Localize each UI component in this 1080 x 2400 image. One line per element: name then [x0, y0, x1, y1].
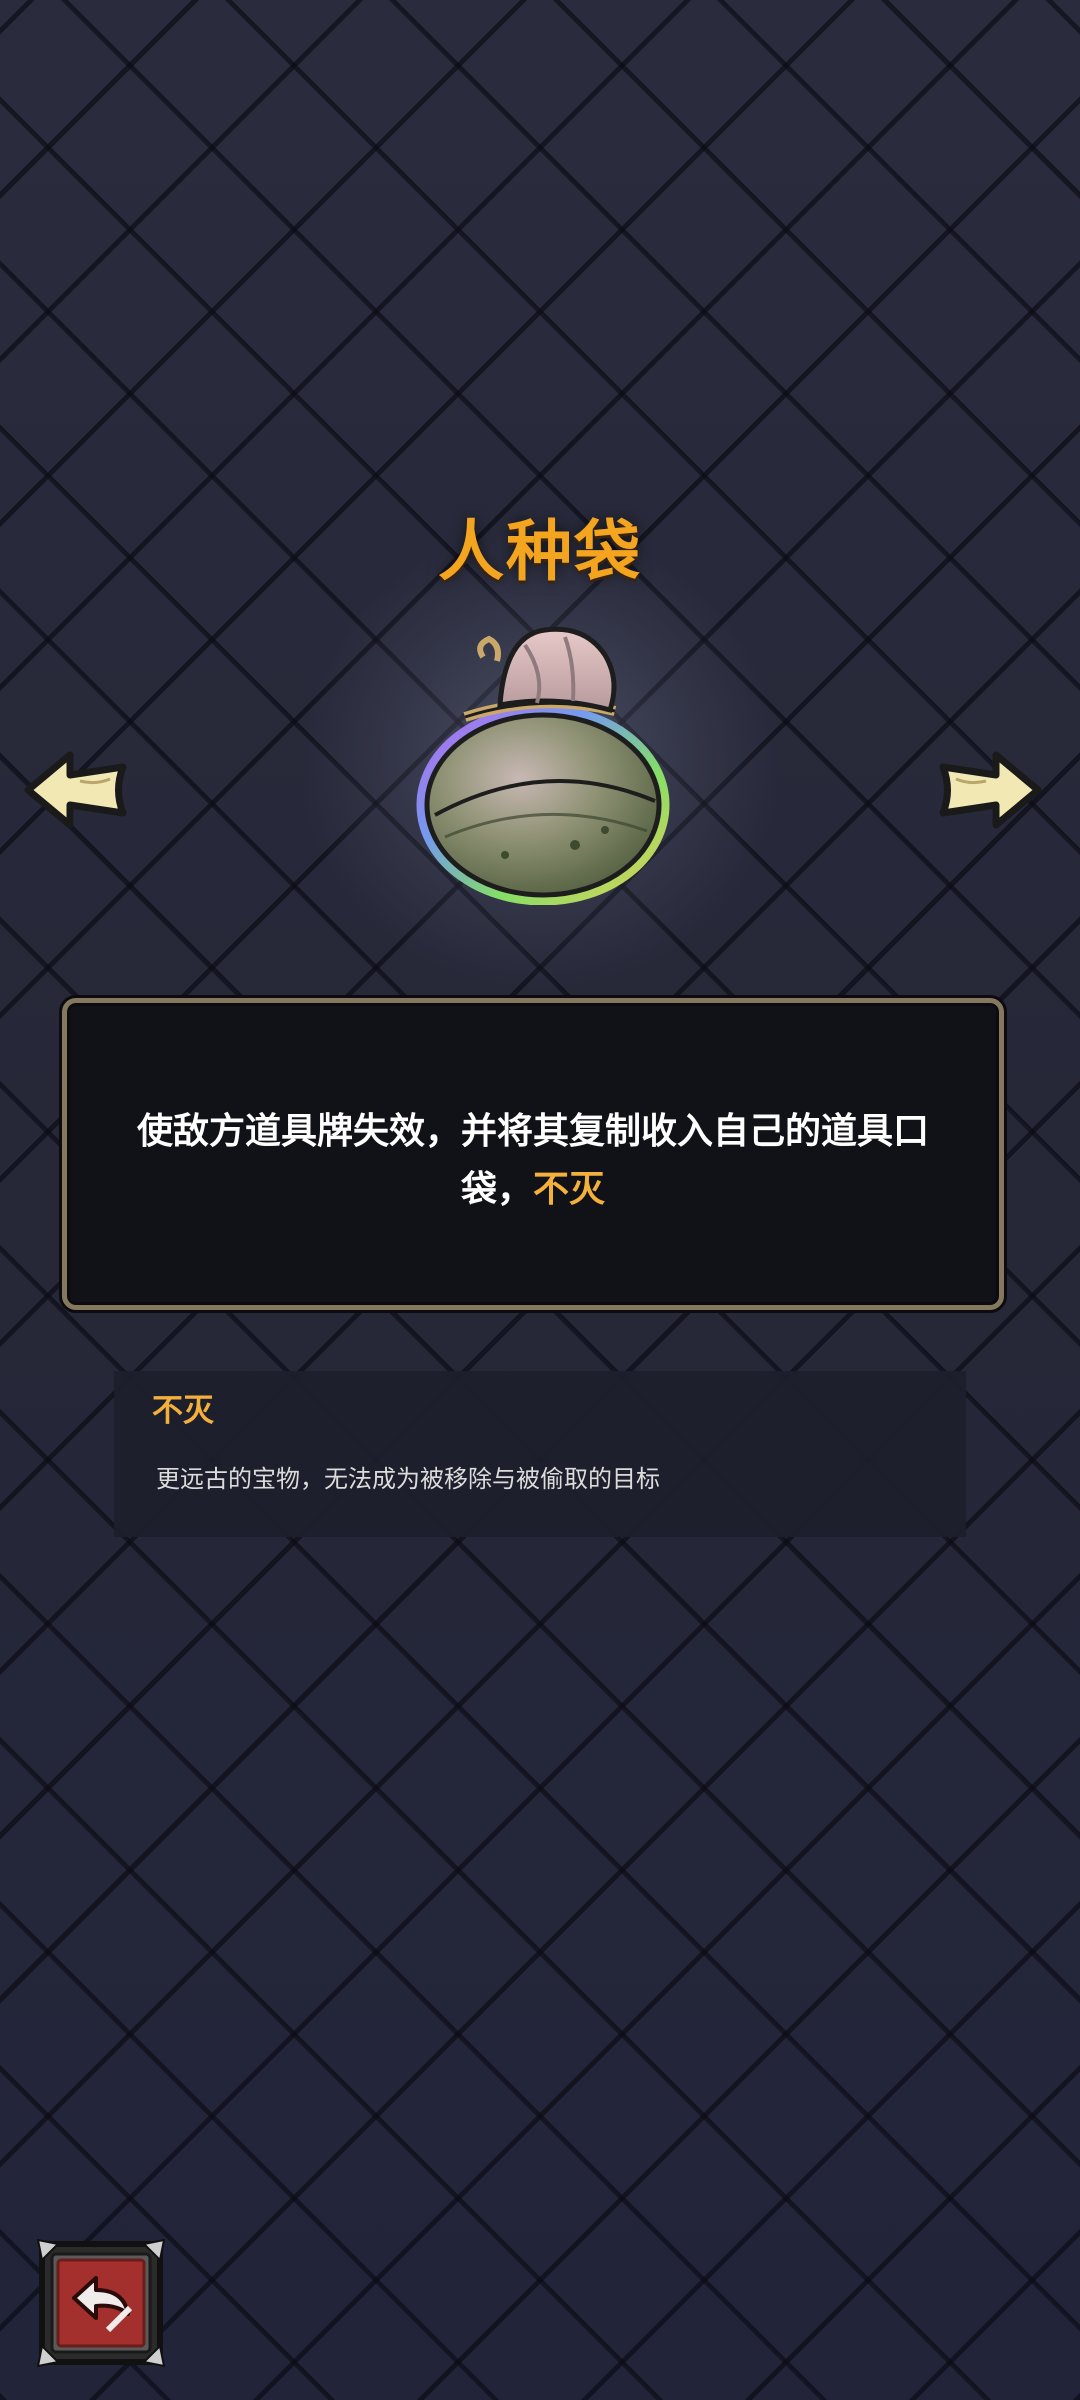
arrow-left-icon[interactable] — [18, 745, 138, 835]
item-description: 使敌方道具牌失效，并将其复制收入自己的道具口袋，不灭 — [127, 1103, 939, 1219]
description-panel: 使敌方道具牌失效，并将其复制收入自己的道具口袋，不灭 — [62, 998, 1004, 1310]
arrow-right-icon[interactable] — [928, 745, 1048, 835]
keyword-description: 更远古的宝物，无法成为被移除与被偷取的目标 — [156, 1465, 660, 1493]
back-button[interactable] — [36, 2238, 166, 2368]
item-title: 人种袋 — [438, 513, 642, 590]
keyword-title: 不灭 — [152, 1393, 214, 1429]
sack-icon — [416, 626, 670, 905]
description-keyword[interactable]: 不灭 — [533, 1169, 605, 1210]
keyword-info-panel: 不灭 更远古的宝物，无法成为被移除与被偷取的目标 — [114, 1371, 966, 1537]
